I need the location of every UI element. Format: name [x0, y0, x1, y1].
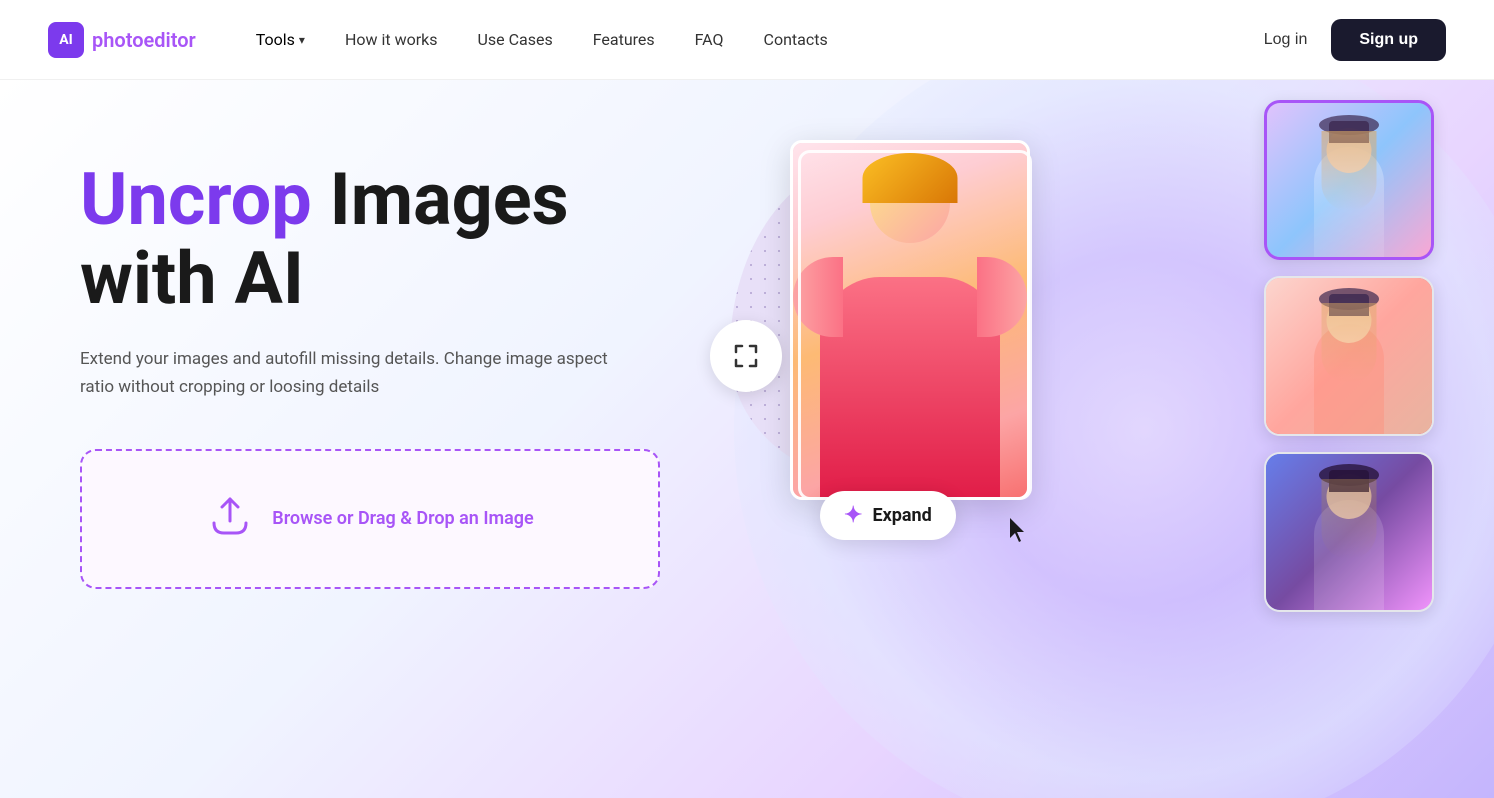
hero-section: Uncrop Imageswith AI Extend your images …	[0, 80, 1494, 798]
nav-auth: Log in Sign up	[1264, 19, 1446, 61]
nav-use-cases[interactable]: Use Cases	[478, 30, 553, 49]
logo-icon: AI	[48, 22, 84, 58]
nav-contacts[interactable]: Contacts	[764, 30, 828, 49]
nav-tools-item[interactable]: Tools ▾	[256, 30, 305, 49]
login-button[interactable]: Log in	[1264, 31, 1308, 49]
thumbnail-3[interactable]	[1264, 452, 1434, 612]
expand-star-icon: ✦	[844, 503, 862, 528]
nav-faq[interactable]: FAQ	[695, 30, 724, 49]
cursor-icon	[1006, 516, 1030, 550]
expand-icon	[710, 320, 782, 392]
logo[interactable]: AI photoeditor	[48, 22, 196, 58]
thumbnail-2[interactable]	[1264, 276, 1434, 436]
expand-pill: ✦ Expand	[820, 491, 956, 540]
hero-right-visual: ✦ Expand	[680, 80, 1494, 798]
tools-label: Tools	[256, 30, 295, 49]
main-photo	[790, 140, 1030, 500]
nav-features[interactable]: Features	[593, 30, 655, 49]
tools-arrow-icon: ▾	[299, 33, 305, 47]
nav-links: Tools ▾ How it works Use Cases Features …	[256, 30, 1264, 49]
hero-title-uncrop: Uncrop	[80, 157, 312, 242]
thumbnail-1[interactable]	[1264, 100, 1434, 260]
upload-dropzone[interactable]: Browse or Drag & Drop an Image	[80, 449, 660, 589]
signup-button[interactable]: Sign up	[1331, 19, 1446, 61]
hero-subtitle: Extend your images and autofill missing …	[80, 346, 620, 400]
main-photo-container: ✦ Expand	[760, 140, 1080, 560]
nav-how-it-works[interactable]: How it works	[345, 30, 438, 49]
hero-left-content: Uncrop Imageswith AI Extend your images …	[0, 80, 680, 798]
upload-icon	[206, 491, 254, 546]
upload-label[interactable]: Browse or Drag & Drop an Image	[272, 508, 533, 529]
thumbnails-column	[1264, 100, 1434, 612]
hero-title: Uncrop Imageswith AI	[80, 160, 632, 318]
expand-label: Expand	[872, 505, 931, 526]
logo-text: photoeditor	[92, 28, 196, 52]
navbar: AI photoeditor Tools ▾ How it works Use …	[0, 0, 1494, 80]
